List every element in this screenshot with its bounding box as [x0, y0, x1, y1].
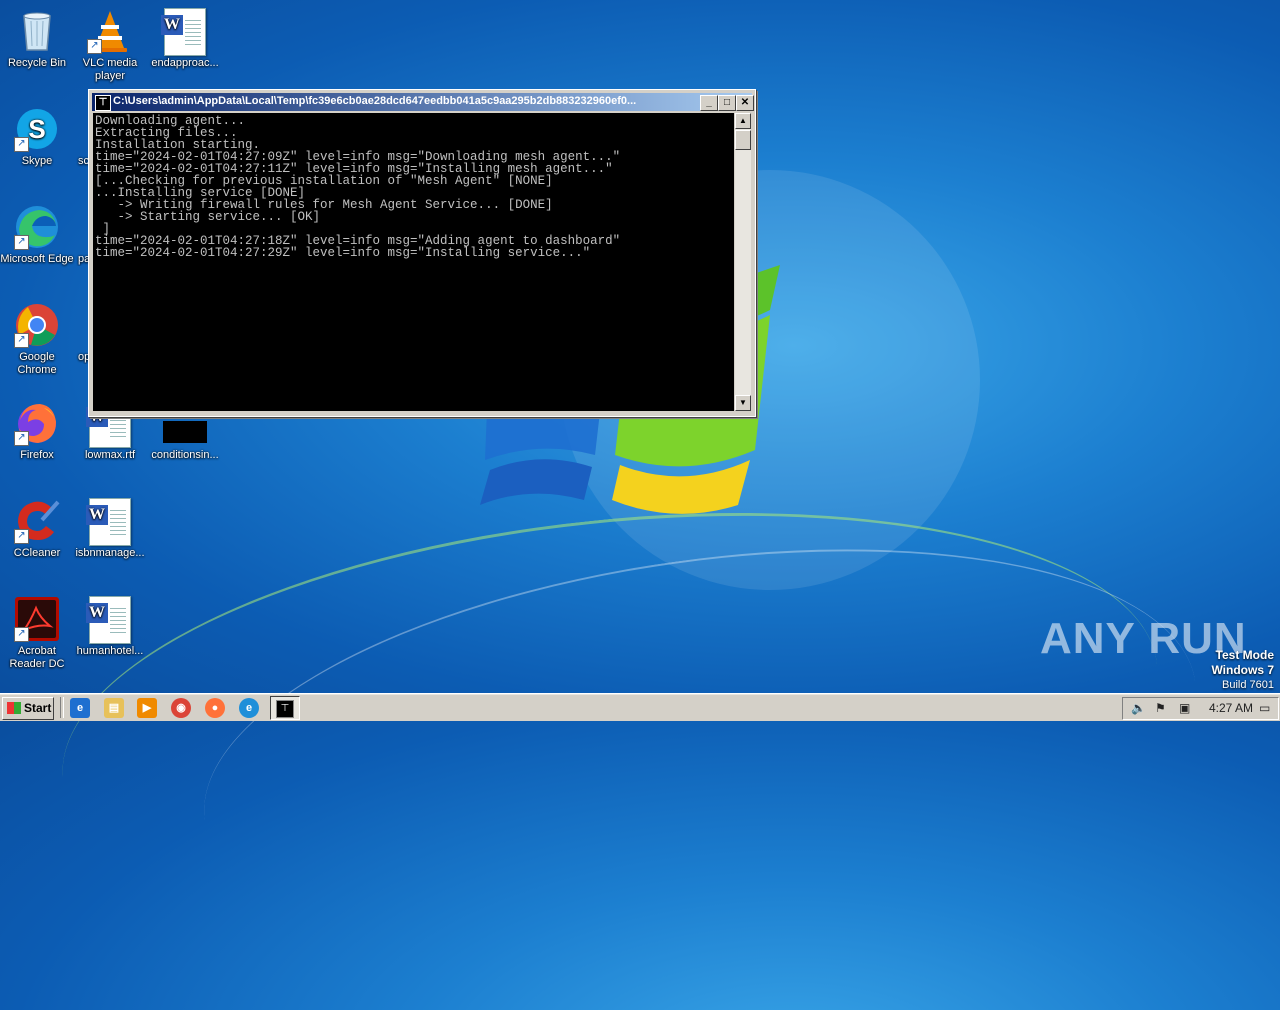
os-name-text: Windows 7 [1211, 663, 1274, 677]
edge-taskbar-icon[interactable]: e [239, 698, 259, 718]
desktop-icon-recycle-bin[interactable]: Recycle Bin [0, 8, 74, 70]
console-task-button[interactable]: ⊤ [270, 696, 300, 720]
scroll-down-button[interactable]: ▼ [735, 395, 751, 411]
desktop-icon-label: VLC media player [82, 57, 138, 82]
chrome-taskbar-icon[interactable]: ◉ [171, 698, 191, 718]
start-label: Start [24, 701, 52, 715]
shortcut-arrow-icon: ↗ [14, 333, 29, 348]
test-mode-text: Test Mode [1215, 648, 1274, 662]
desktop-icon-label: CCleaner [13, 547, 61, 559]
network-icon[interactable]: ▣ [1179, 701, 1190, 715]
desktop-icon-label: lowmax.rtf [84, 449, 136, 461]
vlc-icon: ↗ [87, 8, 133, 54]
desktop-icon-label: Acrobat Reader DC [9, 645, 65, 670]
shortcut-arrow-icon: ↗ [14, 431, 29, 446]
desktop-icon-label: Microsoft Edge [0, 253, 74, 265]
console-task-icon: ⊤ [276, 700, 294, 718]
scroll-up-button[interactable]: ▲ [735, 113, 751, 129]
ie-icon[interactable]: e [70, 698, 90, 718]
console-title: C:\Users\admin\AppData\Local\Temp\fc39e6… [113, 95, 637, 107]
desktop-icon-isbnmanage[interactable]: W isbnmanage... [73, 498, 147, 560]
word-document-icon: W [86, 498, 133, 546]
build-text: Build 7601 [1222, 679, 1274, 691]
scroll-thumb[interactable] [735, 130, 751, 150]
console-scrollbar[interactable]: ▲ ▼ [735, 113, 751, 411]
windows-flag-icon [7, 702, 21, 714]
windows-watermark: Test Mode Windows 7 Build 7601 [1211, 648, 1274, 692]
desktop-icon-vlc[interactable]: ↗ VLC media player [73, 8, 147, 83]
desktop-icon-acrobat[interactable]: ↗ Acrobat Reader DC [0, 596, 74, 671]
firefox-taskbar-icon[interactable]: ● [205, 698, 225, 718]
recycle-bin-icon [14, 8, 60, 54]
shortcut-arrow-icon: ↗ [14, 529, 29, 544]
action-center-flag-icon[interactable]: ⚑ [1155, 701, 1166, 715]
firefox-icon: ↗ [14, 400, 60, 446]
console-titlebar[interactable]: ⊤ C:\Users\admin\AppData\Local\Temp\fc39… [92, 93, 754, 111]
svg-text:S: S [28, 114, 45, 144]
console-line: time="2024-02-01T04:27:29Z" level=info m… [95, 246, 591, 260]
console-line: -> Starting service... [OK] [95, 210, 321, 224]
desktop-icon-label: humanhotel... [76, 645, 144, 657]
close-button[interactable]: ✕ [736, 95, 754, 111]
shortcut-arrow-icon: ↗ [14, 627, 29, 642]
start-button[interactable]: Start [2, 697, 54, 720]
skype-icon: S ↗ [14, 106, 60, 152]
desktop-icon-label: conditionsin... [151, 449, 219, 461]
desktop-icon-label: Google Chrome [17, 351, 57, 376]
maximize-button[interactable]: □ [718, 95, 736, 111]
taskbar-separator [60, 697, 64, 718]
chrome-icon: ↗ [14, 302, 60, 348]
desktop-icon-firefox[interactable]: ↗ Firefox [0, 400, 74, 462]
shortcut-arrow-icon: ↗ [14, 137, 29, 152]
shortcut-arrow-icon: ↗ [87, 39, 102, 54]
console-output[interactable]: Downloading agent... Extracting files... I… [93, 113, 734, 411]
desktop-icon-humanhotel[interactable]: W humanhotel... [73, 596, 147, 658]
show-desktop-icon[interactable]: ▭ [1259, 701, 1270, 715]
explorer-icon[interactable]: ▤ [104, 698, 124, 718]
minimize-button[interactable]: _ [700, 95, 718, 111]
desktop-icon-label: Recycle Bin [7, 57, 67, 69]
ccleaner-icon: ↗ [14, 498, 60, 544]
word-document-icon: W [161, 8, 208, 56]
media-player-icon[interactable]: ▶ [137, 698, 157, 718]
volume-icon[interactable]: 🔈 [1131, 701, 1146, 715]
desktop-icon-ccleaner[interactable]: ↗ CCleaner [0, 498, 74, 560]
desktop-icon-endapproac[interactable]: W endapproac... [148, 8, 222, 70]
desktop-icon-skype[interactable]: S ↗ Skype [0, 106, 74, 168]
taskbar: Start e ▤ ▶ ◉ ● e ⊤ 🔈 ⚑ ▣ 4:27 AM ▭ [0, 693, 1280, 721]
desktop-icon-edge[interactable]: ↗ Microsoft Edge [0, 204, 74, 266]
edge-icon: ↗ [14, 204, 60, 250]
console-window[interactable]: ⊤ C:\Users\admin\AppData\Local\Temp\fc39… [88, 89, 756, 417]
desktop-icon-label: Firefox [20, 449, 54, 461]
word-document-icon: W [86, 596, 133, 644]
clock[interactable]: 4:27 AM [1209, 701, 1253, 715]
console-app-icon[interactable]: ⊤ [95, 95, 111, 111]
shortcut-arrow-icon: ↗ [14, 235, 29, 250]
desktop-icon-label: endapproac... [151, 57, 219, 69]
desktop-icon-label: Skype [21, 155, 53, 167]
system-tray: 🔈 ⚑ ▣ 4:27 AM ▭ [1122, 697, 1279, 720]
acrobat-icon: ↗ [14, 596, 60, 642]
desktop-icon-label: isbnmanage... [75, 547, 145, 559]
desktop-icon-chrome[interactable]: ↗ Google Chrome [0, 302, 74, 377]
